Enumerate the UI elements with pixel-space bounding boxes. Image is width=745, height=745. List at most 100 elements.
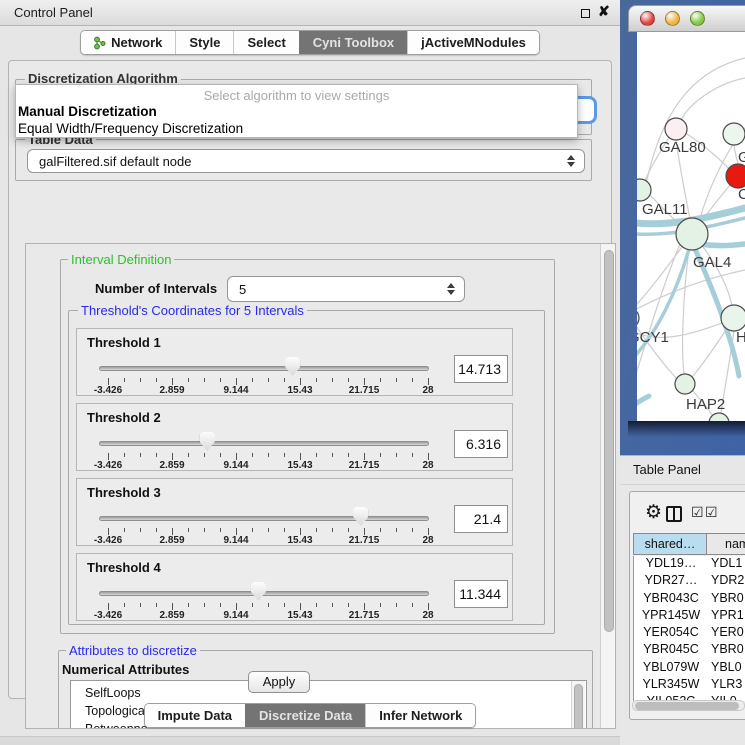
threshold-3-slider-thumb[interactable]	[353, 507, 368, 526]
settings-scrollbar[interactable]	[600, 244, 616, 729]
network-edge-highlight[interactable]	[701, 244, 745, 246]
cell-name: YDL1	[708, 556, 742, 573]
slider-tick	[236, 378, 237, 385]
slider-tick	[300, 378, 301, 385]
network-node-c[interactable]	[726, 164, 745, 188]
tab-jactivemnodules[interactable]: jActiveMNodules	[407, 31, 539, 54]
network-edge-highlight[interactable]	[637, 396, 649, 410]
threshold-4-slider-thumb[interactable]	[251, 582, 266, 601]
slider-tick	[380, 378, 381, 382]
mac-minimize-button[interactable]	[665, 11, 680, 26]
slider-tick	[428, 528, 429, 535]
split-view-icon[interactable]	[666, 506, 682, 522]
slider-tick-label: 28	[406, 385, 450, 396]
column-header-shared[interactable]: shared…	[633, 533, 707, 555]
threshold-2-value-input[interactable]: 6.316	[454, 430, 508, 458]
threshold-2-panel: Threshold 2-3.4262.8599.14415.4321.71528…	[76, 403, 513, 471]
network-edge[interactable]	[681, 78, 745, 120]
slider-tick	[284, 378, 285, 382]
slider-tick	[300, 528, 301, 535]
btab-impute-data[interactable]: Impute Data	[145, 704, 245, 727]
threshold-4-value-input[interactable]: 11.344	[454, 580, 508, 608]
combo-arrows-icon	[566, 155, 575, 167]
mac-close-button[interactable]	[640, 11, 655, 26]
slider-tick	[220, 528, 221, 532]
slider-tick	[412, 528, 413, 532]
network-window-titlebar[interactable]	[628, 5, 745, 32]
settings-scrollbar-thumb[interactable]	[604, 250, 614, 632]
tab-cyni-toolbox-label: Cyni Toolbox	[313, 35, 394, 50]
btab-infer-network[interactable]: Infer Network	[365, 704, 475, 727]
node-table[interactable]: YDL19…YDL1YDR27…YDR2YBR043CYBR0YPR145WYP…	[633, 556, 745, 701]
table-row[interactable]: YBR043CYBR0	[634, 591, 745, 608]
gear-icon[interactable]: ⚙	[645, 501, 662, 524]
threshold-1-slider-track[interactable]	[99, 366, 429, 371]
table-row[interactable]: YPR145WYPR1	[634, 608, 745, 625]
threshold-3-value-input[interactable]: 21.4	[454, 505, 508, 533]
numerical-attributes-label: Numerical Attributes	[62, 662, 189, 677]
network-node-gal4[interactable]	[676, 218, 708, 250]
tab-select[interactable]: Select	[233, 31, 298, 54]
mac-zoom-button[interactable]	[690, 11, 705, 26]
node-label: HAP2	[686, 396, 725, 413]
network-edge-highlight[interactable]	[637, 249, 689, 364]
tab-cyni-toolbox[interactable]: Cyni Toolbox	[299, 31, 407, 54]
threshold-2-slider-thumb[interactable]	[200, 432, 215, 451]
float-window-icon[interactable]	[581, 9, 590, 18]
slider-tick	[316, 453, 317, 457]
slider-tick	[140, 528, 141, 532]
close-icon[interactable]: ✘	[598, 3, 610, 20]
algorithm-option-manual-discretization[interactable]: Manual Discretization	[16, 103, 577, 120]
apply-button[interactable]: Apply	[248, 671, 310, 693]
btab-discretize-data[interactable]: Discretize Data	[245, 704, 365, 727]
slider-tick	[108, 603, 109, 610]
control-panel-titlebar: Control Panel ✘	[0, 0, 620, 26]
tab-network-label: Network	[111, 35, 162, 50]
threshold-1-slider-thumb[interactable]	[285, 357, 300, 376]
table-row[interactable]: YDR27…YDR2	[634, 573, 745, 590]
attribute-item-selfloops[interactable]: SelfLoops	[71, 684, 586, 702]
table-row[interactable]: YER054CYER0	[634, 625, 745, 642]
threshold-3-slider-track[interactable]	[99, 516, 429, 521]
table-row[interactable]: YBR045CYBR0	[634, 642, 745, 659]
table-row[interactable]: YDL19…YDL1	[634, 556, 745, 573]
tab-network[interactable]: Network	[81, 31, 175, 54]
table-row[interactable]: YLR345WYLR3	[634, 677, 745, 694]
checkbox-icon[interactable]: ☑	[691, 504, 704, 521]
network-edge[interactable]	[692, 328, 727, 377]
slider-tick	[412, 603, 413, 607]
threshold-1-value-input[interactable]: 14.713	[454, 355, 508, 383]
network-edge[interactable]	[637, 244, 680, 384]
threshold-4-panel: Threshold 4-3.4262.8599.14415.4321.71528…	[76, 553, 513, 621]
network-view[interactable]: GAL80GCGAL11GAL4GCY1HHAP2	[637, 32, 745, 421]
slider-tick	[412, 453, 413, 457]
slider-tick	[108, 453, 109, 460]
threshold-2-slider-track[interactable]	[99, 441, 429, 446]
slider-tick	[364, 378, 365, 385]
slider-tick	[236, 453, 237, 460]
network-edge[interactable]	[647, 58, 745, 180]
network-node-h[interactable]	[721, 305, 745, 331]
slider-tick	[204, 378, 205, 382]
column-header-name[interactable]: name	[706, 533, 745, 555]
algorithm-option-equal-width-frequency-discretization[interactable]: Equal Width/Frequency Discretization	[16, 120, 577, 137]
slider-tick	[316, 378, 317, 382]
settings-viewport: Interval Definition Number of Intervals …	[25, 243, 616, 729]
slider-tick	[108, 378, 109, 385]
threshold-3-label: Threshold 3	[87, 485, 161, 500]
network-node-gal80[interactable]	[665, 118, 687, 140]
table-hscrollbar-thumb[interactable]	[635, 702, 739, 710]
table-row[interactable]: YBL079WYBL0	[634, 660, 745, 677]
network-node-gal11[interactable]	[637, 179, 651, 201]
table-data-combo[interactable]: galFiltered.sif default node	[27, 149, 585, 173]
network-node-g[interactable]	[723, 123, 745, 145]
cell-name: YLR3	[708, 677, 742, 694]
tab-style[interactable]: Style	[175, 31, 233, 54]
number-of-intervals-combo[interactable]: 5	[227, 276, 465, 302]
slider-tick	[332, 603, 333, 607]
slider-tick-label: -3.426	[86, 460, 130, 471]
attributes-group-label: Attributes to discretize	[66, 643, 200, 658]
checkbox-icon[interactable]: ☑	[705, 504, 718, 521]
network-node-hap2[interactable]	[675, 374, 695, 394]
network-node-gcy1[interactable]	[637, 308, 639, 328]
